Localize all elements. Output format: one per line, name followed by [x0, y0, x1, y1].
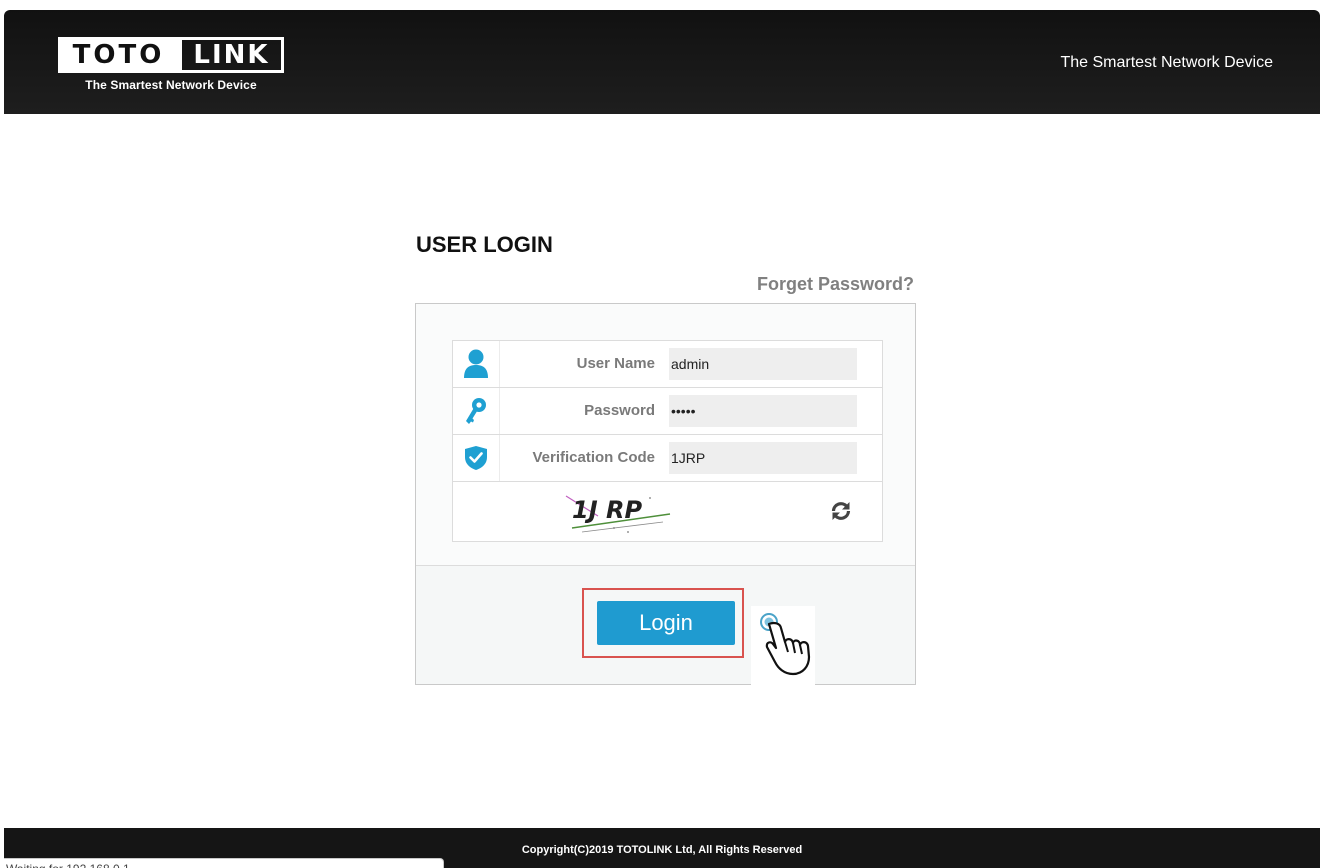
- password-label: Password: [584, 402, 655, 419]
- login-form-area: User Name Password: [416, 304, 915, 566]
- browser-page: TOTO LINK The Smartest Network Device Th…: [4, 10, 1320, 868]
- captcha-image: 1J RP: [565, 495, 671, 533]
- username-input[interactable]: [669, 348, 857, 380]
- verification-input[interactable]: [669, 442, 857, 474]
- copyright-text: Copyright(C)2019 TOTOLINK Ltd, All Right…: [521, 844, 803, 856]
- captcha-text: 1J RP: [572, 496, 642, 524]
- verification-label: Verification Code: [532, 449, 655, 466]
- header-slogan: The Smartest Network Device: [1060, 54, 1273, 71]
- username-label: User Name: [576, 355, 655, 372]
- refresh-icon[interactable]: [826, 496, 856, 526]
- login-title: USER LOGIN: [416, 232, 553, 257]
- totolink-logo[interactable]: TOTO LINK The Smartest Network Device: [58, 37, 284, 92]
- password-input[interactable]: [669, 395, 857, 427]
- top-header: TOTO LINK The Smartest Network Device Th…: [4, 10, 1320, 114]
- pointer-hand-icon: [751, 606, 815, 686]
- login-form-table: User Name Password: [452, 340, 883, 542]
- logo-wordmark: TOTO LINK: [58, 37, 284, 73]
- logo-left-text: TOTO: [58, 37, 179, 73]
- browser-status-bar: Waiting for 192.168.0.1...: [4, 858, 444, 868]
- logo-right-text: LINK: [179, 37, 284, 73]
- user-icon: [453, 341, 500, 387]
- key-icon: [453, 388, 500, 434]
- logo-tagline: The Smartest Network Device: [85, 78, 257, 92]
- verification-row: Verification Code: [453, 435, 882, 482]
- login-button[interactable]: Login: [597, 601, 735, 645]
- forget-password-link[interactable]: Forget Password?: [644, 274, 914, 295]
- shield-check-icon: [453, 435, 500, 481]
- captcha-row: 1J RP: [453, 482, 882, 541]
- password-row: Password: [453, 388, 882, 435]
- username-row: User Name: [453, 341, 882, 388]
